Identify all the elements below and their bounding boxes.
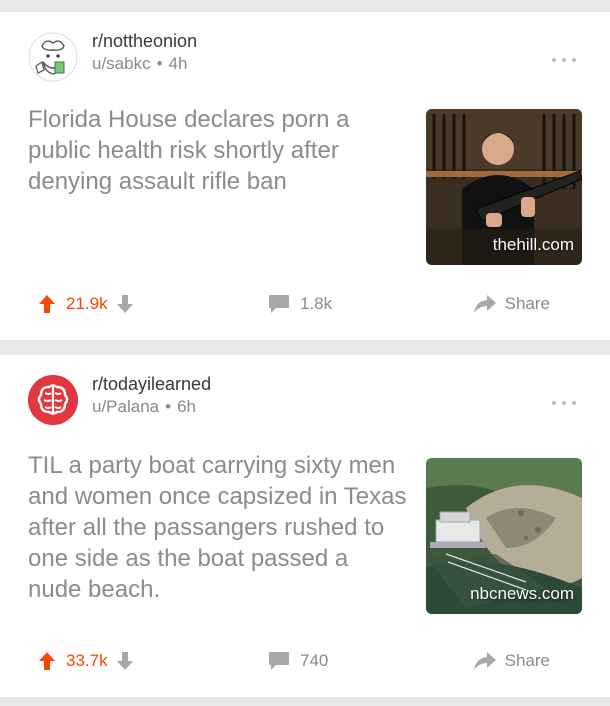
feed-top-gap	[0, 0, 610, 12]
upvote-arrow-icon[interactable]	[38, 294, 56, 314]
post-header: r/todayilearned u/Palana • 6h	[28, 372, 211, 425]
share-label: Share	[504, 651, 550, 670]
separator-dot: •	[156, 54, 163, 73]
post-title[interactable]: Florida House declares porn a public hea…	[28, 104, 408, 197]
link-thumbnail[interactable]: thehill.com	[426, 109, 582, 265]
comments-button[interactable]: 740	[268, 645, 328, 677]
share-button[interactable]: Share	[473, 645, 550, 677]
subreddit-name[interactable]: r/todayilearned	[92, 372, 211, 396]
share-label: Share	[504, 294, 550, 313]
brain-icon	[28, 375, 78, 425]
link-domain: thehill.com	[492, 235, 574, 254]
vote-controls: 21.9k	[38, 288, 134, 320]
comment-bubble-icon	[268, 651, 290, 671]
dot	[552, 58, 556, 62]
post-actions: 21.9k 1.8k Share	[0, 288, 610, 320]
post-meta: r/todayilearned u/Palana • 6h	[92, 372, 211, 418]
author-name[interactable]: u/Palana	[92, 397, 159, 416]
downvote-arrow-icon[interactable]	[116, 294, 134, 314]
subreddit-avatar[interactable]	[28, 32, 78, 82]
separator-dot: •	[165, 397, 172, 416]
vote-controls: 33.7k	[38, 645, 134, 677]
post-actions: 33.7k 740 Share	[0, 645, 610, 677]
post-meta: r/nottheonion u/sabkc • 4h	[92, 29, 197, 75]
comments-button[interactable]: 1.8k	[268, 288, 332, 320]
post-age: 4h	[168, 54, 188, 73]
dot	[552, 401, 556, 405]
dot	[562, 58, 566, 62]
post-header: r/nottheonion u/sabkc • 4h	[28, 29, 197, 82]
subreddit-avatar[interactable]	[28, 375, 78, 425]
feed: r/nottheonion u/sabkc • 4h Florida House d…	[0, 0, 610, 706]
post-card[interactable]: r/todayilearned u/Palana • 6h TIL a party …	[0, 355, 610, 697]
comment-count: 740	[300, 651, 329, 670]
share-arrow-icon	[473, 651, 497, 671]
onion-chef-icon	[28, 32, 78, 82]
post-card[interactable]: r/nottheonion u/sabkc • 4h Florida House d…	[0, 12, 610, 340]
author-name[interactable]: u/sabkc	[92, 54, 151, 73]
post-author-line: u/sabkc • 4h	[92, 53, 197, 75]
dot	[562, 401, 566, 405]
share-arrow-icon	[473, 294, 497, 314]
dot	[572, 58, 576, 62]
comment-bubble-icon	[268, 294, 290, 314]
link-domain: nbcnews.com	[470, 584, 574, 603]
upvote-arrow-icon[interactable]	[38, 651, 56, 671]
more-options-icon[interactable]	[552, 58, 576, 64]
post-age: 6h	[177, 397, 196, 416]
post-title[interactable]: TIL a party boat carrying sixty men and …	[28, 450, 408, 605]
comment-count: 1.8k	[300, 294, 333, 313]
vote-score: 21.9k	[66, 294, 108, 313]
vote-score: 33.7k	[66, 651, 108, 670]
share-button[interactable]: Share	[473, 288, 550, 320]
downvote-arrow-icon[interactable]	[116, 651, 134, 671]
dot	[572, 401, 576, 405]
post-author-line: u/Palana • 6h	[92, 396, 211, 418]
subreddit-name[interactable]: r/nottheonion	[92, 29, 197, 53]
more-options-icon[interactable]	[552, 401, 576, 407]
link-thumbnail[interactable]: nbcnews.com	[426, 458, 582, 614]
